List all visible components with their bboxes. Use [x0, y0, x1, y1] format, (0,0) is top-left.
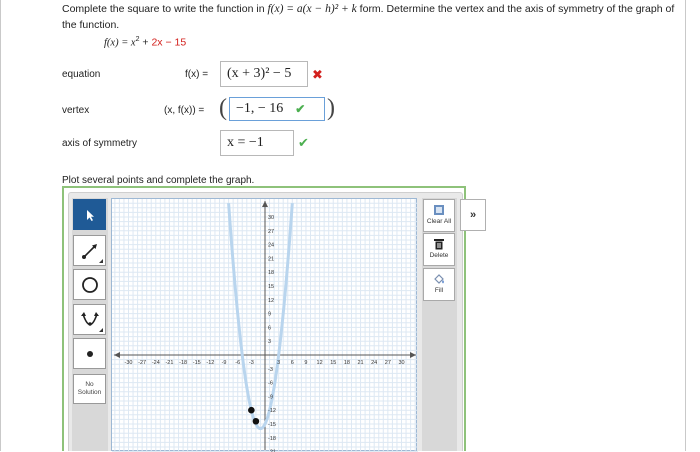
y-tick-label: 15 [268, 284, 274, 290]
point-icon [86, 350, 93, 357]
vertex-lhs: (x, f(x)) = [164, 105, 205, 116]
clear-all-icon [434, 205, 444, 215]
question-text: Complete the square to write the functio… [62, 1, 682, 33]
parabola-tool[interactable] [73, 304, 106, 335]
x-tick-label: 9 [304, 360, 307, 366]
x-tick-label: -30 [125, 360, 133, 366]
coordinate-plane[interactable]: -30 -27 -24 -21 -18 -15 -12 -9 -6 -3 3 6 9 12 15 18 21 24… [111, 198, 418, 452]
y-tick-label: 9 [268, 312, 271, 318]
axis-answer-field[interactable]: x = −1 [220, 130, 294, 156]
x-tick-label: 3 [277, 360, 280, 366]
pointer-icon [86, 209, 94, 221]
x-tick-label: -15 [193, 360, 201, 366]
y-tick-label: -12 [268, 408, 276, 414]
x-tick-label: 15 [330, 360, 336, 366]
circle-tool[interactable] [73, 269, 106, 300]
given-lhs: f(x) = x [104, 37, 136, 49]
fill-label: Fill [434, 287, 444, 294]
clear-all-button[interactable]: Clear All [423, 199, 455, 232]
delete-label: Delete [429, 252, 449, 259]
x-tick-label: 30 [398, 360, 404, 366]
x-tick-label: 27 [385, 360, 391, 366]
y-tick-label: -6 [268, 381, 273, 387]
x-tick-label: -3 [249, 360, 254, 366]
fill-button[interactable]: Fill [423, 268, 455, 301]
x-tick-label: -9 [222, 360, 227, 366]
axis-label: axis of symmetry [62, 138, 138, 149]
left-paren: ( [219, 95, 227, 121]
expand-button[interactable]: » [460, 199, 486, 231]
y-tick-label: 30 [268, 215, 274, 221]
y-tick-label: 24 [268, 243, 274, 249]
question-form: f(x) = a(x − h)² + k [267, 3, 357, 15]
x-tick-label: 18 [344, 360, 350, 366]
correct-icon: ✔ [298, 135, 309, 150]
y-tick-label: 6 [268, 325, 271, 331]
equation-label: equation [62, 69, 101, 80]
right-paren: ) [327, 95, 335, 121]
y-tick-label: 21 [268, 256, 274, 262]
x-tick-label: -12 [206, 360, 214, 366]
correct-icon: ✔ [295, 101, 306, 116]
graph-svg: -30 -27 -24 -21 -18 -15 -12 -9 -6 -3 3 6 9 12 15 18 21 24… [112, 199, 418, 452]
y-tick-label: -9 [268, 394, 273, 400]
y-tick-label: -18 [268, 436, 276, 442]
plot-instruction: Plot several points and complete the gra… [62, 175, 255, 186]
vertex-label: vertex [62, 105, 90, 116]
x-tick-label: -27 [138, 360, 146, 366]
x-tick-label: -6 [235, 360, 240, 366]
point-tool[interactable] [73, 338, 106, 369]
clear-all-label: Clear All [426, 218, 452, 225]
x-tick-label: 12 [317, 360, 323, 366]
incorrect-icon: ✖ [312, 67, 323, 82]
given-linear-term: 2x − 15 [151, 36, 187, 49]
x-tick-label: -21 [165, 360, 173, 366]
y-tick-label: 27 [268, 229, 274, 235]
y-tick-label: -3 [268, 367, 273, 373]
line-tool[interactable] [73, 235, 106, 266]
equation-answer-field[interactable]: (x + 3)² − 5 [220, 61, 308, 87]
x-tick-label: 24 [371, 360, 377, 366]
x-tick-label: -18 [179, 360, 187, 366]
y-tick-label: 18 [268, 270, 274, 276]
y-tick-label: 12 [268, 298, 274, 304]
trash-icon [434, 239, 444, 250]
x-tick-label: 21 [357, 360, 363, 366]
circle-icon [81, 276, 98, 293]
question-part1: Complete the square to write the functio… [62, 3, 268, 15]
y-axis-arrow [262, 201, 268, 207]
line-ray-icon [81, 243, 97, 259]
plotted-point [248, 406, 255, 414]
vertex-answer-field[interactable]: −1, − 16 ✔ [229, 97, 325, 121]
given-function: f(x) = x2 + 2x − 15 [104, 36, 186, 49]
x-tick-label: -24 [152, 360, 160, 366]
vertex-answer-value: −1, − 16 [236, 101, 284, 116]
y-tick-label: 3 [268, 339, 271, 345]
plotted-point [252, 417, 260, 425]
paint-bucket-icon [434, 274, 444, 284]
pointer-tool[interactable] [73, 199, 106, 230]
parabola-icon [80, 311, 99, 326]
y-tick-label: -15 [268, 422, 276, 428]
equation-lhs: f(x) = [185, 69, 209, 80]
delete-button[interactable]: Delete [423, 233, 455, 266]
x-tick-label: 6 [291, 360, 294, 366]
no-solution-button[interactable]: No Solution [73, 374, 106, 404]
given-plus: + [139, 36, 152, 49]
